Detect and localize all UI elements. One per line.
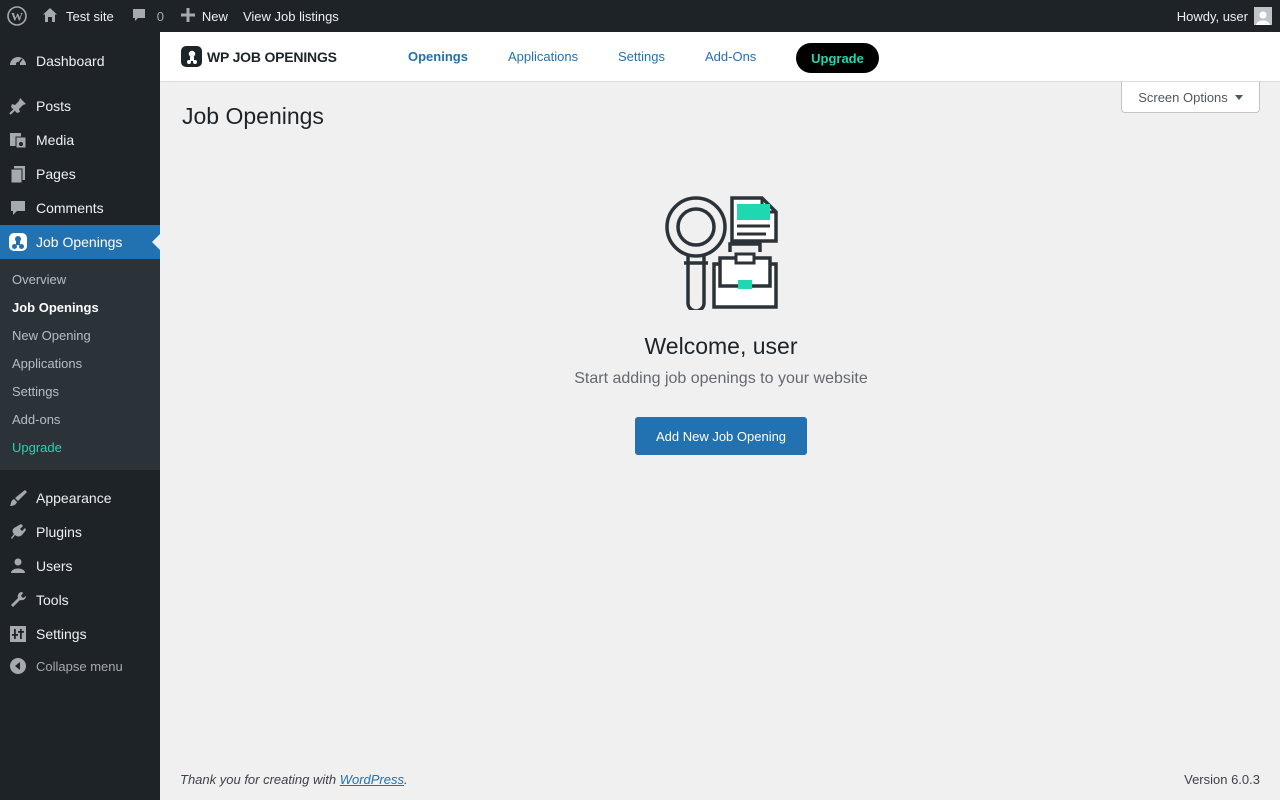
sidebar-item-job-openings[interactable]: Job Openings <box>0 225 160 259</box>
view-job-listings-label: View Job listings <box>242 8 339 24</box>
sidebar-item-settings[interactable]: Settings <box>0 617 160 651</box>
wordpress-link[interactable]: WordPress <box>340 772 404 787</box>
sidebar-item-comments[interactable]: Comments <box>0 191 160 225</box>
caret-down-icon <box>1234 94 1243 100</box>
welcome-subtitle: Start adding job openings to your websit… <box>574 370 868 387</box>
plugin-logo-text: WP JOB OPENINGS <box>207 48 337 65</box>
comments-count: 0 <box>156 8 164 24</box>
screen-options-button[interactable]: Screen Options <box>1121 82 1260 113</box>
comment-icon <box>0 198 36 218</box>
sidebar-item-appearance[interactable]: Appearance <box>0 481 160 515</box>
home-icon <box>42 7 58 26</box>
footer-thanks-prefix: Thank you for creating with <box>180 772 340 787</box>
admin-bar: W Test site 0 New View Job listings Howd… <box>0 0 1280 32</box>
avatar <box>1254 7 1272 25</box>
wordpress-logo-icon[interactable]: W <box>0 0 34 32</box>
tab-openings[interactable]: Openings <box>408 49 468 64</box>
media-icon <box>0 130 36 150</box>
tab-settings[interactable]: Settings <box>618 49 665 64</box>
job-openings-logo-icon <box>181 46 202 67</box>
welcome-title: Welcome, user <box>644 333 798 359</box>
sidebar-item-plugins[interactable]: Plugins <box>0 515 160 549</box>
pin-icon <box>0 96 36 116</box>
tab-add-ons[interactable]: Add-Ons <box>705 49 756 64</box>
submenu-applications[interactable]: Applications <box>12 356 82 371</box>
footer-thanks-suffix: . <box>404 772 408 787</box>
site-name-link[interactable]: Test site <box>42 0 114 32</box>
wrench-icon <box>0 590 36 610</box>
submenu-add-ons[interactable]: Add-ons <box>12 412 60 427</box>
collapse-arrow-icon <box>0 657 36 675</box>
submenu-new-opening[interactable]: New Opening <box>12 328 91 343</box>
submenu-settings[interactable]: Settings <box>12 384 59 399</box>
dashboard-icon <box>0 51 36 71</box>
job-openings-icon <box>0 232 36 252</box>
brush-icon <box>0 488 36 508</box>
upgrade-button[interactable]: Upgrade <box>796 43 879 73</box>
plus-icon <box>180 7 195 25</box>
sidebar-item-media[interactable]: Media <box>0 123 160 157</box>
admin-sidebar: Dashboard Posts Media Pages Comments Job… <box>0 32 160 800</box>
sidebar-item-pages[interactable]: Pages <box>0 157 160 191</box>
account-menu[interactable]: Howdy, user <box>1177 0 1272 32</box>
site-name-label: Test site <box>66 8 114 24</box>
collapse-menu-button[interactable]: Collapse menu <box>0 649 160 683</box>
screen-options-label: Screen Options <box>1138 89 1228 105</box>
collapse-menu-label: Collapse menu <box>36 658 123 674</box>
plugin-icon <box>0 522 36 542</box>
plugin-logo: WP JOB OPENINGS <box>181 46 337 67</box>
job-search-illustration-icon <box>665 196 778 310</box>
comment-icon <box>131 7 147 26</box>
pages-icon <box>0 164 36 184</box>
settings-icon <box>0 624 36 644</box>
new-label: New <box>201 8 228 24</box>
sidebar-item-dashboard[interactable]: Dashboard <box>0 44 160 78</box>
plugin-header: WP JOB OPENINGS Openings Applications Se… <box>160 32 1280 82</box>
sidebar-item-tools[interactable]: Tools <box>0 583 160 617</box>
submenu-upgrade[interactable]: Upgrade <box>12 440 62 455</box>
submenu-job-openings[interactable]: Job Openings <box>12 300 99 315</box>
howdy-label: Howdy, user <box>1176 8 1248 24</box>
footer-thanks: Thank you for creating with WordPress. <box>180 772 408 787</box>
svg-text:W: W <box>11 10 23 24</box>
footer-version: Version 6.0.3 <box>1184 772 1260 787</box>
add-new-job-opening-button[interactable]: Add New Job Opening <box>635 417 807 455</box>
user-icon <box>0 556 36 576</box>
sidebar-item-posts[interactable]: Posts <box>0 89 160 123</box>
tab-applications[interactable]: Applications <box>508 49 578 64</box>
page-title: Job Openings <box>182 103 324 129</box>
submenu-overview[interactable]: Overview <box>12 272 66 287</box>
sidebar-item-users[interactable]: Users <box>0 549 160 583</box>
comments-link[interactable]: 0 <box>131 0 164 32</box>
job-openings-submenu: Overview Job Openings New Opening Applic… <box>0 259 160 470</box>
new-content-link[interactable]: New <box>180 0 228 32</box>
view-job-listings-link[interactable]: View Job listings <box>243 0 339 32</box>
